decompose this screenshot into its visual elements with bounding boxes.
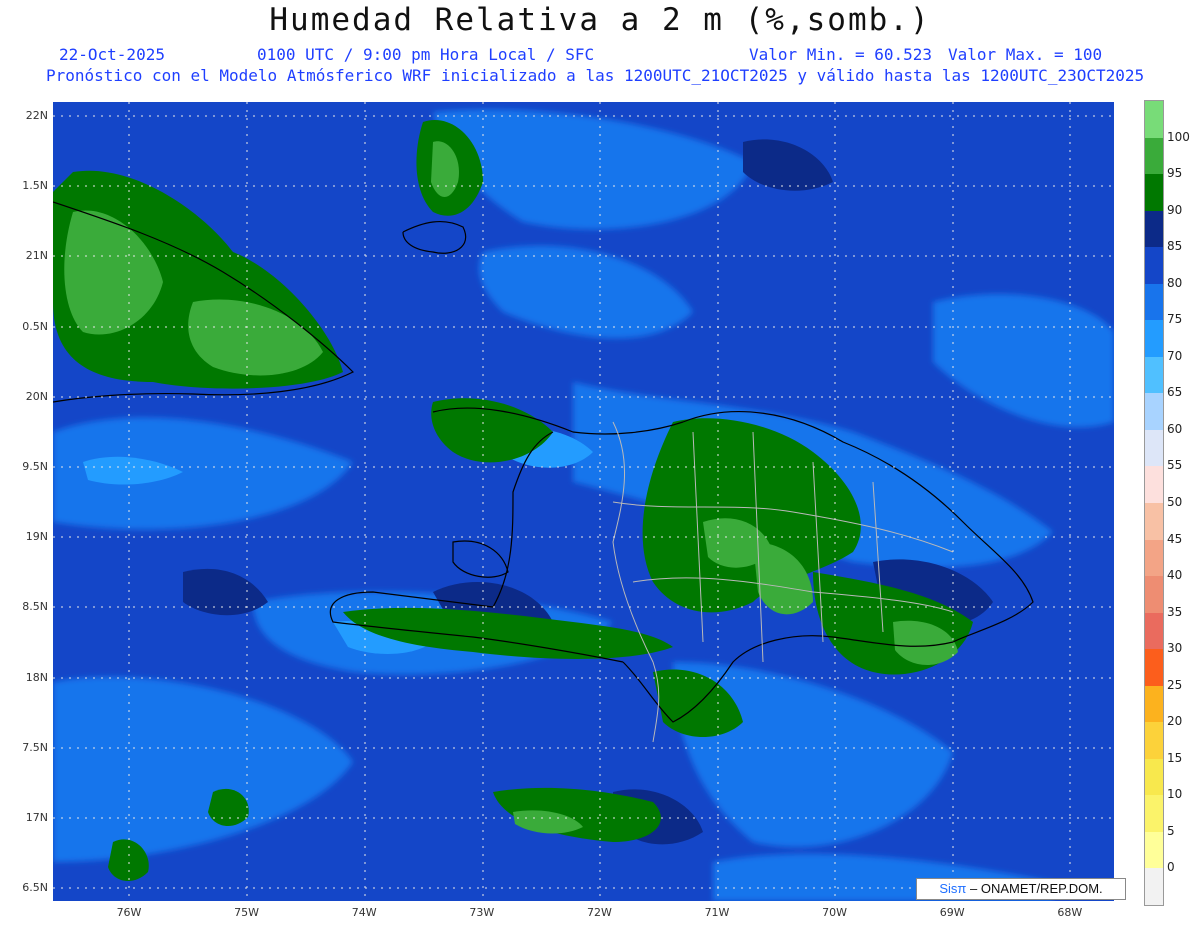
model-info: Pronóstico con el Modelo Atmósferico WRF… xyxy=(46,66,1145,85)
legend-color-bin xyxy=(1145,612,1163,650)
forecast-time: 0100 UTC / 9:00 pm Hora Local / SFC xyxy=(257,45,595,64)
legend-color-bin xyxy=(1145,649,1163,686)
legend-color-bin xyxy=(1145,356,1163,394)
legend-color-bin xyxy=(1145,795,1163,832)
color-legend xyxy=(1144,100,1164,906)
lat-tick-label: 20N xyxy=(25,389,48,403)
legend-color-bin xyxy=(1145,393,1163,430)
legend-color-bin xyxy=(1145,466,1163,503)
forecast-date: 22-Oct-2025 xyxy=(59,45,165,64)
legend-value-label: 40 xyxy=(1167,568,1183,583)
lon-tick-label: 71W xyxy=(704,906,730,919)
legend-value-label: 55 xyxy=(1167,458,1183,473)
lat-tick-label: 22N xyxy=(25,109,48,122)
lat-tick-label: 1.5N xyxy=(22,179,48,193)
legend-color-bin xyxy=(1145,831,1163,869)
lon-tick-label: 73W xyxy=(469,906,495,919)
humidity-map xyxy=(53,102,1114,901)
legend-color-bin xyxy=(1145,320,1163,357)
legend-value-label: 75 xyxy=(1167,312,1183,327)
lat-tick-label: 6.5N xyxy=(22,881,48,895)
legend-value-label: 50 xyxy=(1167,495,1183,509)
legend-value-label: 20 xyxy=(1167,714,1183,729)
legend-value-label: 25 xyxy=(1167,677,1183,692)
lat-tick-label: 21N xyxy=(25,249,48,263)
legend-value-label: 95 xyxy=(1167,166,1183,181)
lon-tick-label: 76W xyxy=(116,906,142,919)
legend-color-bin xyxy=(1145,283,1163,321)
legend-color-bin xyxy=(1145,247,1163,284)
legend-value-label: 30 xyxy=(1167,641,1183,656)
legend-value-label: 90 xyxy=(1167,202,1183,217)
legend-color-bin xyxy=(1145,174,1163,211)
legend-value-label: 70 xyxy=(1167,348,1183,363)
legend-value-label: 100 xyxy=(1167,129,1190,144)
credit-text: – ONAMET/REP.DOM. xyxy=(969,881,1103,896)
lon-tick-label: 69W xyxy=(939,906,965,919)
lat-tick-label: 19N xyxy=(25,530,48,544)
max-value: Valor Max. = 100 xyxy=(948,45,1103,64)
legend-color-bin xyxy=(1145,868,1163,905)
lat-tick-label: 18N xyxy=(25,670,48,684)
lat-tick-label: 17N xyxy=(25,811,48,824)
legend-color-bin xyxy=(1145,576,1163,613)
min-value: Valor Min. = 60.523 xyxy=(749,45,933,64)
legend-color-bin xyxy=(1145,429,1163,467)
legend-color-bin xyxy=(1145,503,1163,540)
legend-color-bin xyxy=(1145,685,1163,723)
legend-value-label: 5 xyxy=(1167,823,1175,838)
legend-color-bin xyxy=(1145,101,1163,138)
lon-tick-label: 74W xyxy=(351,906,377,919)
credit-box: Sisπ – ONAMET/REP.DOM. xyxy=(916,878,1126,900)
legend-value-label: 10 xyxy=(1167,787,1183,802)
lon-tick-label: 75W xyxy=(234,906,260,919)
legend-value-label: 80 xyxy=(1167,275,1183,290)
legend-value-label: 15 xyxy=(1167,750,1183,765)
legend-color-bin xyxy=(1145,210,1163,248)
legend-value-label: 45 xyxy=(1167,531,1183,546)
lat-tick-label: 9.5N xyxy=(22,460,48,473)
legend-value-label: 65 xyxy=(1167,385,1183,400)
lon-tick-label: 70W xyxy=(822,906,848,919)
lat-tick-label: 7.5N xyxy=(22,740,48,754)
legend-value-label: 0 xyxy=(1167,860,1175,875)
lat-tick-label: 8.5N xyxy=(22,600,48,614)
chart-title: Humedad Relativa a 2 m (%,somb.) xyxy=(269,2,931,38)
legend-value-label: 35 xyxy=(1167,604,1183,619)
legend-color-bin xyxy=(1145,758,1163,796)
legend-color-bin xyxy=(1145,722,1163,759)
lon-tick-label: 72W xyxy=(586,906,612,919)
legend-value-label: 60 xyxy=(1167,421,1183,436)
legend-color-bin xyxy=(1145,137,1163,175)
lon-tick-label: 68W xyxy=(1057,906,1083,919)
legend-value-label: 85 xyxy=(1167,239,1183,254)
legend-color-bin xyxy=(1145,539,1163,577)
lat-tick-label: 0.5N xyxy=(22,319,48,333)
sispi-logo-text: Sisπ xyxy=(939,881,967,896)
